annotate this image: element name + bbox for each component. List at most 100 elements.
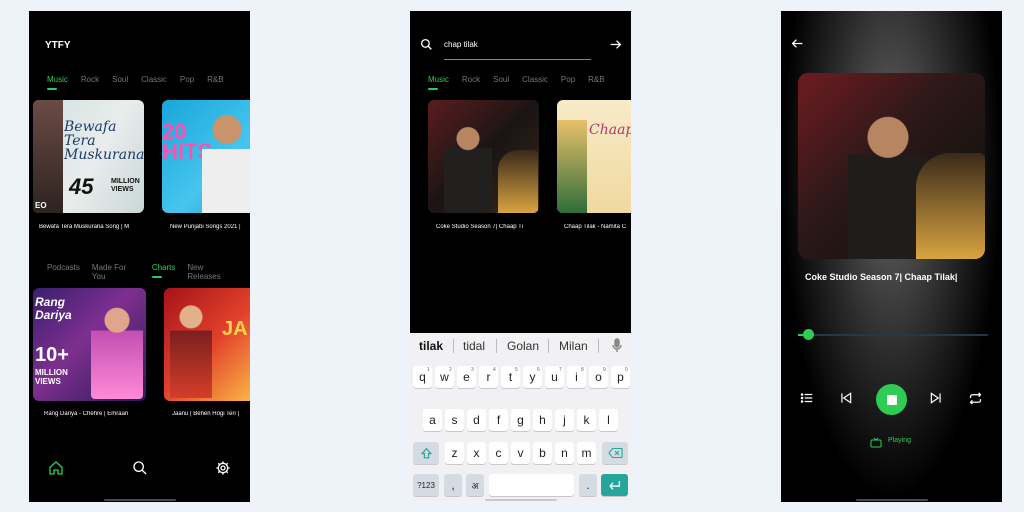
key-d[interactable]: d <box>467 409 486 431</box>
key-c[interactable]: c <box>489 442 508 464</box>
tab-music[interactable]: Music <box>47 75 68 90</box>
art-corner: EO <box>35 201 47 210</box>
artist-image <box>91 294 143 399</box>
key-hint: 8 <box>581 367 584 373</box>
enter-key[interactable] <box>601 474 628 496</box>
repeat-icon[interactable] <box>968 391 983 406</box>
art-title: Bewafa Tera Muskurana <box>64 119 144 163</box>
card-caption: Jaanu | Behen Hogi Teri | <box>172 411 240 417</box>
space-key[interactable] <box>489 474 574 496</box>
key-v[interactable]: v <box>511 442 530 464</box>
tab-music[interactable]: Music <box>428 75 449 90</box>
card-caption: Coke Studio Season 7| Chaap Ti <box>436 224 523 230</box>
divider <box>453 339 454 353</box>
tv-icon <box>870 435 882 448</box>
tab-soul[interactable]: Soul <box>493 75 509 84</box>
backspace-key[interactable] <box>602 442 628 464</box>
artist-image <box>202 106 250 213</box>
arrow-right-icon[interactable] <box>609 38 622 51</box>
tab-rnb[interactable]: R&B <box>588 75 604 84</box>
key-x[interactable]: x <box>467 442 486 464</box>
home-indicator <box>485 499 557 501</box>
tab-rock[interactable]: Rock <box>81 75 99 84</box>
key-a[interactable]: a <box>423 409 442 431</box>
symbols-key[interactable]: ?123 <box>413 474 439 496</box>
home-icon[interactable] <box>48 460 64 476</box>
key-b[interactable]: b <box>533 442 552 464</box>
tab-pop[interactable]: Pop <box>180 75 194 84</box>
tab-podcasts[interactable]: Podcasts <box>47 263 80 281</box>
genre-tabs: Music Rock Soul Classic Pop R&B <box>47 75 237 90</box>
suggestion[interactable]: tidal <box>463 339 485 353</box>
video-card[interactable]: 20 HITS <box>162 100 250 213</box>
comma-key[interactable]: , <box>444 474 462 496</box>
card-caption: Chaap Tilak - Namita C <box>564 224 627 230</box>
key-k[interactable]: k <box>577 409 596 431</box>
language-key[interactable]: अ <box>466 474 484 496</box>
key-s[interactable]: s <box>445 409 464 431</box>
art-title: Rang Dariya <box>35 295 72 322</box>
video-card[interactable]: Bewafa Tera Muskurana 45 MILLION VIEWS E… <box>33 100 144 213</box>
stop-button[interactable] <box>876 384 907 415</box>
album-art <box>798 73 985 259</box>
video-card[interactable]: Rang Dariya 10+ MILLION VIEWS <box>33 288 146 401</box>
period-key[interactable]: . <box>579 474 597 496</box>
key-f[interactable]: f <box>489 409 508 431</box>
divider <box>496 339 497 353</box>
artist-image <box>916 153 985 259</box>
video-card[interactable]: JA <box>164 288 250 401</box>
video-card[interactable]: Chaap <box>557 100 631 213</box>
key-z[interactable]: z <box>445 442 464 464</box>
track-title: Coke Studio Season 7| Chaap Tilak| <box>805 272 958 282</box>
search-icon[interactable] <box>132 460 148 476</box>
suggestion[interactable]: Golan <box>507 339 539 353</box>
key-l[interactable]: l <box>599 409 618 431</box>
genre-tabs: Music Rock Soul Classic Pop R&B <box>428 75 618 90</box>
tab-soul[interactable]: Soul <box>112 75 128 84</box>
key-hint: 1 <box>427 367 430 373</box>
shift-key[interactable] <box>413 442 439 464</box>
mic-icon[interactable] <box>611 338 623 353</box>
key-g[interactable]: g <box>511 409 530 431</box>
progress-track[interactable] <box>798 329 988 340</box>
tab-pop[interactable]: Pop <box>561 75 575 84</box>
playback-status: Playing <box>888 437 911 444</box>
settings-icon[interactable] <box>215 460 231 476</box>
key-m[interactable]: m <box>577 442 596 464</box>
tab-new-releases[interactable]: New Releases <box>187 263 237 281</box>
artist-image <box>498 150 538 213</box>
tab-rnb[interactable]: R&B <box>207 75 223 84</box>
card-caption: Rang Dariya - Chehre | Emraan <box>44 411 129 417</box>
tab-classic[interactable]: Classic <box>141 75 167 84</box>
tab-classic[interactable]: Classic <box>522 75 548 84</box>
previous-icon[interactable] <box>839 391 853 405</box>
tab-rock[interactable]: Rock <box>462 75 480 84</box>
key-n[interactable]: n <box>555 442 574 464</box>
divider <box>548 339 549 353</box>
section-tabs: Podcasts Made For You Charts New Release… <box>47 263 250 281</box>
artist-image <box>444 120 492 213</box>
tab-charts[interactable]: Charts <box>151 263 175 281</box>
suggestion[interactable]: Milan <box>559 339 588 353</box>
next-icon[interactable] <box>929 391 943 405</box>
art-title: Chaap <box>589 122 631 138</box>
key-hint: 6 <box>537 367 540 373</box>
back-arrow-icon[interactable] <box>791 37 804 50</box>
key-hint: 7 <box>559 367 562 373</box>
key-hint: 5 <box>515 367 518 373</box>
search-input[interactable]: chap tilak <box>444 40 478 49</box>
progress-thumb[interactable] <box>802 329 814 340</box>
art-badge-sub: MILLION VIEWS <box>111 178 140 193</box>
queue-icon[interactable] <box>800 391 814 405</box>
key-hint: 3 <box>471 367 474 373</box>
search-icon <box>420 38 433 51</box>
video-card[interactable] <box>428 100 539 213</box>
app-title: YTFY <box>45 40 71 51</box>
artist-image <box>557 120 587 213</box>
tab-made-for-you[interactable]: Made For You <box>92 263 140 281</box>
key-j[interactable]: j <box>555 409 574 431</box>
art-badge: 10+ <box>35 344 69 366</box>
key-h[interactable]: h <box>533 409 552 431</box>
suggestion[interactable]: tilak <box>419 339 443 353</box>
search-underline <box>444 59 591 60</box>
